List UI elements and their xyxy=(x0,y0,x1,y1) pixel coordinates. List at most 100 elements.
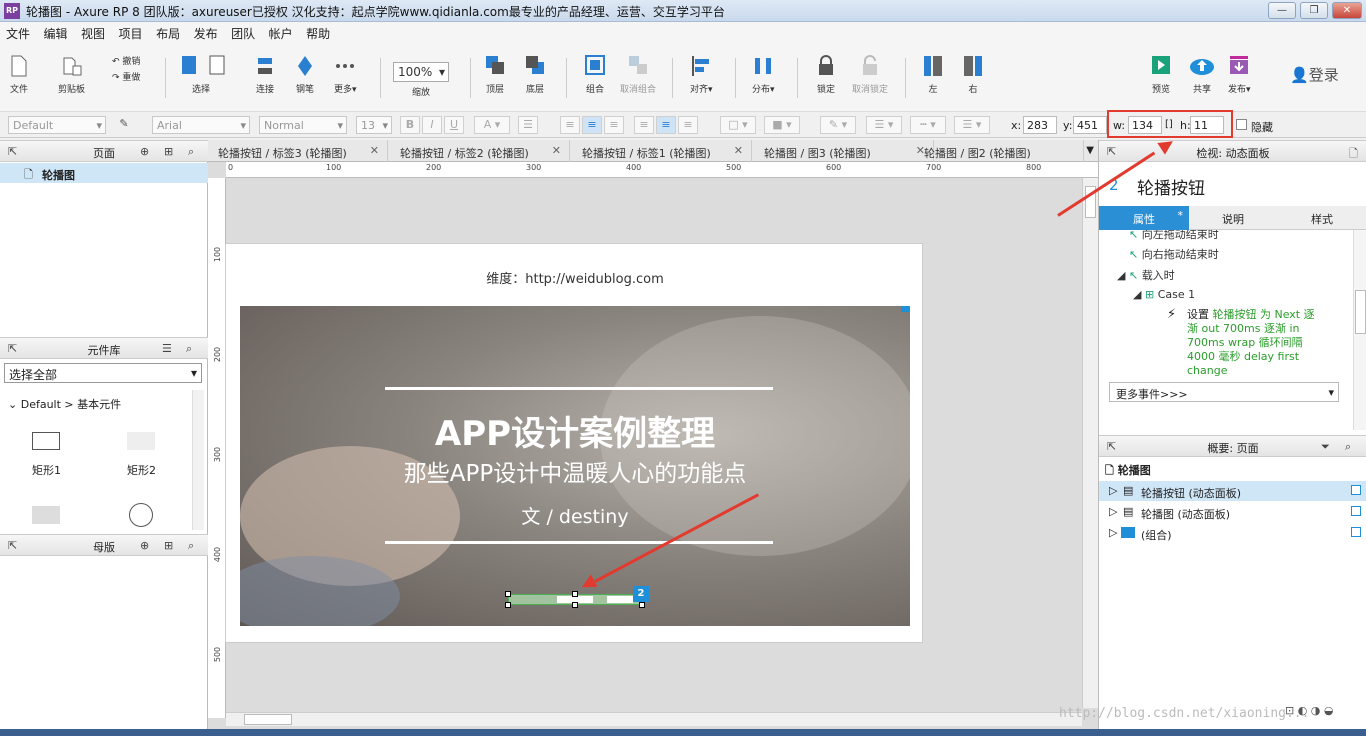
preview-button[interactable]: 预览 xyxy=(1150,54,1172,95)
more-button[interactable]: 更多▾ xyxy=(334,54,357,95)
resize-handle[interactable] xyxy=(572,591,578,597)
file-button[interactable]: 文件 xyxy=(8,54,30,95)
page-icon[interactable]: 🗋 xyxy=(1349,145,1358,164)
resize-handle[interactable] xyxy=(572,602,578,608)
library-select[interactable]: 选择全部 ▾ xyxy=(4,363,202,383)
design-page[interactable]: 维度：http://weidublog.com APP设计案例整理 那些APP设… xyxy=(225,243,923,643)
bold-button[interactable]: B xyxy=(400,116,420,134)
zoom-select[interactable]: 100% ▾ xyxy=(393,62,449,82)
add-folder-icon[interactable]: ⊞ xyxy=(164,145,173,158)
line-weight-button[interactable]: ☰ ▾ xyxy=(866,116,902,134)
align-right-button[interactable]: ≡ xyxy=(604,116,624,134)
menu-edit[interactable]: 编辑 xyxy=(38,22,72,42)
font-color-button[interactable]: A ▾ xyxy=(474,116,510,134)
carousel-panel[interactable]: APP设计案例整理 那些APP设计中温暖人心的功能点 文 / destiny 1… xyxy=(240,306,910,626)
group-button[interactable]: 组合 xyxy=(584,54,606,95)
outline-item[interactable]: ▷ (组合) xyxy=(1099,523,1366,543)
connect-button[interactable]: 连接 xyxy=(254,54,276,95)
lock-ratio-icon[interactable]: [] xyxy=(1165,119,1173,130)
search-icon[interactable]: ⌕ xyxy=(1345,440,1351,454)
outline-page[interactable]: 🗋 轮播图 xyxy=(1105,462,1151,481)
valign-bottom-button[interactable]: ≡ xyxy=(678,116,698,134)
close-icon[interactable]: ✕ xyxy=(370,144,379,157)
align-left-button[interactable]: ≡ xyxy=(560,116,580,134)
hidden-checkbox[interactable] xyxy=(1236,119,1247,130)
unlock-button[interactable]: 取消锁定 xyxy=(852,54,888,95)
rectangle2-widget[interactable] xyxy=(127,432,155,450)
distribute-button[interactable]: 分布▾ xyxy=(752,54,775,95)
width-input[interactable]: 134 xyxy=(1128,116,1162,134)
outline-item[interactable]: ▷ ▤ 轮播图 (动态面板) xyxy=(1099,502,1366,522)
menu-file[interactable]: 文件 xyxy=(0,22,34,42)
font-size-select[interactable]: 13 xyxy=(356,116,392,134)
bullet-list-button[interactable]: ☰ xyxy=(518,116,538,134)
menu-account[interactable]: 帐户 xyxy=(263,22,297,42)
add-master-icon[interactable]: ⊕ xyxy=(140,539,149,552)
underline-button[interactable]: U xyxy=(444,116,464,134)
tab-item[interactable]: 轮播按钮 / 标签2 (轮播图) ✕ xyxy=(390,140,570,162)
line-color-button[interactable]: ✎ ▾ xyxy=(820,116,856,134)
more-events-select[interactable]: 更多事件>>> ▾ xyxy=(1109,382,1339,402)
event-item[interactable]: ↖ 向右拖动结束时 xyxy=(1129,246,1219,262)
tab-item[interactable]: 轮播图 / 图3 (轮播图) ✕ xyxy=(754,140,934,162)
close-icon[interactable]: ✕ xyxy=(552,144,561,157)
add-page-icon[interactable]: ⊕ xyxy=(140,145,149,158)
italic-button[interactable]: I xyxy=(422,116,442,134)
redo-button[interactable]: ↷ 重做 xyxy=(112,70,140,83)
align-button[interactable]: 对齐▾ xyxy=(690,54,713,95)
login-button[interactable]: 👤登录 xyxy=(1290,64,1339,85)
menu-project[interactable]: 项目 xyxy=(113,22,147,42)
tab-notes[interactable]: 说明 xyxy=(1189,206,1277,230)
page-item[interactable]: 🗋 轮播图 xyxy=(0,163,208,183)
menu-team[interactable]: 团队 xyxy=(225,22,259,42)
case-item[interactable]: ◢ ⊞ Case 1 xyxy=(1133,288,1195,301)
ungroup-button[interactable]: 取消组合 xyxy=(620,54,656,95)
horizontal-scrollbar[interactable] xyxy=(226,712,1082,726)
carousel-dot[interactable] xyxy=(607,596,633,603)
pen-button[interactable]: 钢笔 xyxy=(294,54,316,95)
scrollbar-thumb[interactable] xyxy=(244,714,292,725)
send-to-back-button[interactable]: 底层 xyxy=(524,54,546,95)
menu-view[interactable]: 视图 xyxy=(75,22,109,42)
event-item[interactable]: ↖ 向左拖动结束时 xyxy=(1129,230,1219,242)
select-button[interactable]: 选择 xyxy=(176,54,226,95)
visibility-checkbox[interactable] xyxy=(1351,485,1361,495)
clipboard-button[interactable]: 剪贴板 xyxy=(58,54,85,95)
zoom-control[interactable]: 100% ▾ 缩放 xyxy=(393,62,449,98)
search-icon[interactable]: ⌕ xyxy=(188,145,194,159)
ellipse-widget[interactable] xyxy=(129,503,153,527)
resize-handle[interactable] xyxy=(505,591,511,597)
align-center-button[interactable]: ≡ xyxy=(582,116,602,134)
outline-item[interactable]: ▷ ▤ 轮播按钮 (动态面板) xyxy=(1099,481,1366,501)
action-item[interactable]: ⚡ 设置 轮播按钮 为 Next 逐渐 out 700ms 逐渐 in 700m… xyxy=(1167,308,1317,378)
visibility-checkbox[interactable] xyxy=(1351,527,1361,537)
widget-name-input[interactable]: 轮播按钮 xyxy=(1137,174,1205,199)
tab-item[interactable]: 轮播按钮 / 标签3 (轮播图) ✕ xyxy=(208,140,388,162)
tab-style[interactable]: 样式 xyxy=(1277,206,1366,230)
arrow-style-button[interactable]: ☰ ▾ xyxy=(954,116,990,134)
filter-icon[interactable]: ⏷ xyxy=(1321,440,1330,454)
search-icon[interactable]: ⌕ xyxy=(188,539,194,553)
tab-item[interactable]: 轮播图 / 图2 (轮播图) xyxy=(914,140,1084,162)
minimize-button[interactable]: — xyxy=(1268,2,1296,19)
font-family-select[interactable]: Arial xyxy=(152,116,250,134)
library-group[interactable]: ⌄ Default > 基本元件 xyxy=(8,396,121,412)
placeholder-widget[interactable] xyxy=(32,506,60,524)
valign-top-button[interactable]: ≡ xyxy=(634,116,654,134)
event-item[interactable]: ◢ ↖ 载入时 xyxy=(1117,267,1175,283)
library-scrollbar[interactable] xyxy=(192,390,204,530)
right-button[interactable]: 右 xyxy=(962,54,984,95)
maximize-button[interactable]: ❐ xyxy=(1300,2,1328,19)
menu-publish[interactable]: 发布 xyxy=(188,22,222,42)
line-style-button[interactable]: ┅ ▾ xyxy=(910,116,946,134)
search-icon[interactable]: ⌕ xyxy=(186,342,192,356)
inspector-scrollbar[interactable] xyxy=(1353,230,1366,430)
tab-item[interactable]: 轮播按钮 / 标签1 (轮播图) ✕ xyxy=(572,140,752,162)
format-painter-icon[interactable]: ✎ xyxy=(114,116,134,134)
bring-to-front-button[interactable]: 顶层 xyxy=(484,54,506,95)
rectangle1-widget[interactable] xyxy=(32,432,60,450)
x-input[interactable]: 283 xyxy=(1023,116,1057,134)
style-select[interactable]: Default xyxy=(8,116,106,134)
scrollbar-thumb[interactable] xyxy=(1355,290,1366,334)
publish-button[interactable]: 发布▾ xyxy=(1228,54,1251,95)
